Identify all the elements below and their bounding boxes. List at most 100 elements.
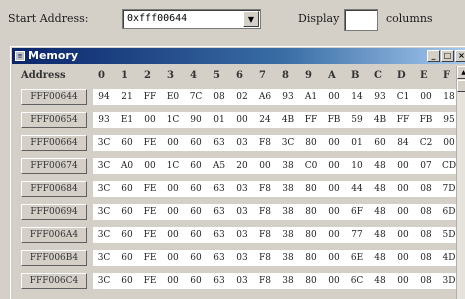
byte-cell[interactable]: FF bbox=[301, 112, 321, 128]
byte-cell[interactable]: 63 bbox=[209, 135, 229, 151]
byte-cell[interactable]: 00 bbox=[163, 181, 183, 197]
byte-cell[interactable]: 80 bbox=[301, 250, 321, 266]
byte-cell[interactable]: 3C bbox=[94, 250, 114, 266]
byte-cell[interactable]: C0 bbox=[301, 158, 321, 174]
byte-cell[interactable]: 63 bbox=[209, 204, 229, 220]
byte-cell[interactable]: 24 bbox=[255, 112, 275, 128]
byte-cell[interactable]: 00 bbox=[324, 227, 344, 243]
byte-cell[interactable]: 38 bbox=[278, 273, 298, 289]
byte-cell[interactable]: 44 bbox=[347, 181, 367, 197]
byte-cell[interactable]: 63 bbox=[209, 181, 229, 197]
byte-cell[interactable]: A5 bbox=[209, 158, 229, 174]
byte-cell[interactable]: FE bbox=[140, 250, 160, 266]
byte-cell[interactable]: 03 bbox=[232, 273, 252, 289]
byte-cell[interactable]: 00 bbox=[324, 181, 344, 197]
byte-cell[interactable]: 00 bbox=[393, 158, 413, 174]
byte-cell[interactable]: 90 bbox=[186, 112, 206, 128]
byte-cell[interactable]: 3C bbox=[94, 181, 114, 197]
byte-cell[interactable]: 93 bbox=[370, 89, 390, 105]
byte-cell[interactable]: 7D bbox=[439, 181, 456, 197]
byte-cell[interactable]: 00 bbox=[163, 135, 183, 151]
byte-cell[interactable]: 3C bbox=[94, 204, 114, 220]
byte-cell[interactable]: 00 bbox=[324, 273, 344, 289]
byte-cell[interactable]: 08 bbox=[416, 250, 436, 266]
byte-cell[interactable]: 60 bbox=[186, 135, 206, 151]
byte-cell[interactable]: 6D bbox=[439, 204, 456, 220]
byte-cell[interactable]: 93 bbox=[278, 89, 298, 105]
byte-cell[interactable]: 5D bbox=[439, 227, 456, 243]
byte-cell[interactable]: FE bbox=[140, 204, 160, 220]
address-button[interactable]: FFF006B4 bbox=[21, 250, 87, 266]
byte-cell[interactable]: 84 bbox=[393, 135, 413, 151]
byte-cell[interactable]: 60 bbox=[186, 181, 206, 197]
byte-cell[interactable]: 63 bbox=[209, 227, 229, 243]
byte-cell[interactable]: FE bbox=[140, 273, 160, 289]
start-address-combobox[interactable]: 0xfff00644 ▼ bbox=[122, 9, 261, 29]
byte-cell[interactable]: FF bbox=[140, 89, 160, 105]
byte-cell[interactable]: 93 bbox=[94, 112, 114, 128]
byte-cell[interactable]: 10 bbox=[347, 158, 367, 174]
byte-cell[interactable]: 60 bbox=[117, 273, 137, 289]
byte-cell[interactable]: FE bbox=[140, 227, 160, 243]
byte-cell[interactable]: 21 bbox=[117, 89, 137, 105]
byte-cell[interactable]: F8 bbox=[255, 273, 275, 289]
address-button[interactable]: FFF00644 bbox=[21, 89, 87, 105]
byte-cell[interactable]: 48 bbox=[370, 227, 390, 243]
byte-cell[interactable]: 00 bbox=[324, 135, 344, 151]
byte-cell[interactable]: 63 bbox=[209, 273, 229, 289]
address-button[interactable]: FFF00694 bbox=[21, 204, 87, 220]
byte-cell[interactable]: F8 bbox=[255, 250, 275, 266]
byte-cell[interactable]: 38 bbox=[278, 250, 298, 266]
byte-cell[interactable]: 80 bbox=[301, 204, 321, 220]
byte-cell[interactable]: 07 bbox=[416, 158, 436, 174]
byte-cell[interactable]: 38 bbox=[278, 204, 298, 220]
byte-cell[interactable]: 60 bbox=[117, 227, 137, 243]
byte-cell[interactable]: 4B bbox=[370, 112, 390, 128]
byte-cell[interactable]: 77 bbox=[347, 227, 367, 243]
byte-cell[interactable]: 00 bbox=[255, 158, 275, 174]
byte-cell[interactable]: 03 bbox=[232, 135, 252, 151]
byte-cell[interactable]: 60 bbox=[186, 250, 206, 266]
byte-cell[interactable]: F8 bbox=[255, 204, 275, 220]
scroll-thumb[interactable] bbox=[457, 80, 465, 92]
byte-cell[interactable]: 1C bbox=[163, 112, 183, 128]
byte-cell[interactable]: 7C bbox=[186, 89, 206, 105]
byte-cell[interactable]: C1 bbox=[393, 89, 413, 105]
byte-cell[interactable]: 20 bbox=[232, 158, 252, 174]
byte-cell[interactable]: 6C bbox=[347, 273, 367, 289]
byte-cell[interactable]: 02 bbox=[232, 89, 252, 105]
byte-cell[interactable]: 4D bbox=[439, 250, 456, 266]
columns-input[interactable] bbox=[344, 9, 378, 31]
byte-cell[interactable]: 3D bbox=[439, 273, 456, 289]
byte-cell[interactable]: 3C bbox=[94, 135, 114, 151]
byte-cell[interactable]: 3C bbox=[94, 273, 114, 289]
byte-cell[interactable]: A0 bbox=[117, 158, 137, 174]
close-button[interactable]: × bbox=[455, 50, 465, 62]
byte-cell[interactable]: 00 bbox=[140, 112, 160, 128]
byte-cell[interactable]: 3C bbox=[94, 158, 114, 174]
byte-cell[interactable]: 03 bbox=[232, 250, 252, 266]
byte-cell[interactable]: 01 bbox=[347, 135, 367, 151]
vertical-scrollbar[interactable]: ▲ bbox=[456, 66, 465, 299]
byte-cell[interactable]: 60 bbox=[117, 135, 137, 151]
byte-cell[interactable]: 48 bbox=[370, 250, 390, 266]
byte-cell[interactable]: 38 bbox=[278, 181, 298, 197]
byte-cell[interactable]: 03 bbox=[232, 204, 252, 220]
byte-cell[interactable]: 48 bbox=[370, 181, 390, 197]
byte-cell[interactable]: 48 bbox=[370, 204, 390, 220]
byte-cell[interactable]: 00 bbox=[324, 158, 344, 174]
minimize-button[interactable]: _ bbox=[427, 50, 440, 62]
byte-cell[interactable]: 80 bbox=[301, 135, 321, 151]
address-button[interactable]: FFF00654 bbox=[21, 112, 87, 128]
arrow-up-icon[interactable]: ▲ bbox=[457, 66, 465, 79]
byte-cell[interactable]: 4B bbox=[278, 112, 298, 128]
byte-cell[interactable]: 3C bbox=[94, 227, 114, 243]
memory-titlebar[interactable]: ≡ Memory _ □ × bbox=[12, 48, 465, 64]
byte-cell[interactable]: 48 bbox=[370, 158, 390, 174]
byte-cell[interactable]: 60 bbox=[117, 181, 137, 197]
address-button[interactable]: FFF006C4 bbox=[21, 273, 87, 289]
byte-cell[interactable]: 00 bbox=[163, 227, 183, 243]
byte-cell[interactable]: 60 bbox=[370, 135, 390, 151]
byte-cell[interactable]: 38 bbox=[278, 158, 298, 174]
byte-cell[interactable]: A1 bbox=[301, 89, 321, 105]
